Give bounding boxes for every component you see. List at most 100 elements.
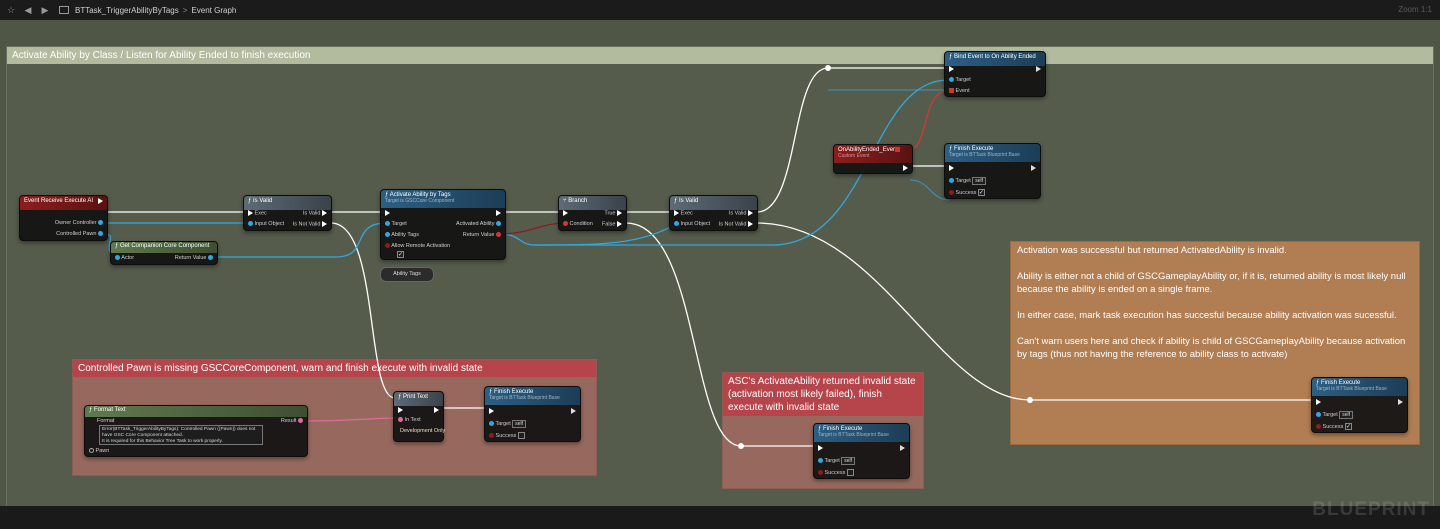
object-pin[interactable] bbox=[1316, 412, 1321, 418]
node-header: ƒ Activate Ability by Tags Target is GSCC… bbox=[381, 190, 505, 208]
back-arrow-icon[interactable]: ◀ bbox=[22, 4, 34, 16]
pin-label: Owner Controller bbox=[54, 220, 97, 226]
success-checkbox[interactable]: ✓ bbox=[1344, 423, 1352, 430]
graph-canvas[interactable]: Activate Ability by Class / Listen for A… bbox=[0, 20, 1440, 524]
target-value[interactable]: self bbox=[512, 420, 527, 428]
star-icon[interactable]: ☆ bbox=[5, 4, 17, 16]
node-bind-event-on-ability-ended[interactable]: ƒ Bind Event to On Ability Ended Target … bbox=[944, 51, 1046, 97]
object-pin[interactable] bbox=[674, 221, 679, 227]
exec-in-pin[interactable] bbox=[674, 210, 679, 216]
object-pin[interactable] bbox=[489, 421, 494, 427]
success-checkbox[interactable] bbox=[517, 432, 525, 439]
variable-label: Ability Tags bbox=[393, 271, 421, 277]
text-pin[interactable] bbox=[298, 418, 303, 424]
exec-in-pin[interactable] bbox=[1316, 399, 1321, 405]
node-is-valid-2[interactable]: ƒ Is Valid Exec Input Object Is Valid Is… bbox=[669, 195, 758, 231]
object-pin[interactable] bbox=[208, 255, 213, 261]
allow-remote-checkbox[interactable]: ✓ bbox=[397, 251, 404, 258]
breadcrumb-asset[interactable]: BTTask_TriggerAbilityByTags bbox=[75, 6, 179, 15]
exec-out-pin[interactable] bbox=[903, 165, 908, 171]
pin-label: Event bbox=[955, 88, 970, 94]
node-event-receive-execute-ai[interactable]: Event Receive Execute AI Owner Controlle… bbox=[19, 195, 108, 241]
bool-pin[interactable] bbox=[489, 433, 494, 438]
node-finish-execute-invalid[interactable]: ƒ Finish Execute Target is BTTask Bluepri… bbox=[813, 423, 910, 479]
exec-out-pin[interactable] bbox=[748, 210, 753, 216]
object-pin[interactable] bbox=[98, 231, 103, 237]
reroute-knot[interactable] bbox=[738, 443, 744, 449]
delegate-out-pin[interactable] bbox=[895, 147, 900, 153]
node-finish-execute-top[interactable]: ƒ Finish Execute Target is BTTask Bluepri… bbox=[944, 143, 1041, 199]
exec-out-pin[interactable] bbox=[98, 198, 103, 204]
exec-out-pin[interactable] bbox=[571, 408, 576, 414]
exec-out-pin[interactable] bbox=[1036, 66, 1041, 72]
bool-pin[interactable] bbox=[1316, 424, 1321, 429]
node-ability-tags-variable[interactable]: Ability Tags bbox=[380, 267, 434, 282]
forward-arrow-icon[interactable]: ▶ bbox=[39, 4, 51, 16]
blueprint-watermark: BLUEPRINT bbox=[1312, 499, 1430, 520]
node-header: ƒ Format Text bbox=[85, 406, 307, 417]
pin-label: Success bbox=[495, 432, 517, 439]
exec-in-pin[interactable] bbox=[248, 210, 253, 216]
bool-pin[interactable] bbox=[818, 470, 823, 475]
wildcard-pin[interactable] bbox=[89, 448, 94, 454]
success-checkbox[interactable] bbox=[846, 469, 854, 476]
pin-label: Actor bbox=[121, 255, 135, 261]
exec-in-pin[interactable] bbox=[949, 66, 954, 72]
exec-out-pin[interactable] bbox=[434, 407, 439, 413]
pin-label: Success bbox=[824, 469, 846, 476]
struct-pin[interactable] bbox=[385, 232, 390, 238]
pin-label: Success bbox=[1322, 423, 1344, 430]
delegate-pin[interactable] bbox=[949, 88, 954, 94]
exec-in-pin[interactable] bbox=[818, 445, 823, 451]
exec-out-pin[interactable] bbox=[322, 210, 327, 216]
object-pin[interactable] bbox=[496, 221, 501, 227]
bool-pin[interactable] bbox=[496, 232, 501, 238]
pin-label: Return Value bbox=[462, 232, 495, 238]
node-finish-execute-missing[interactable]: ƒ Finish Execute Target is BTTask Bluepri… bbox=[484, 386, 581, 442]
exec-in-pin[interactable] bbox=[385, 210, 390, 216]
reroute-knot[interactable] bbox=[825, 65, 831, 71]
bool-pin[interactable] bbox=[385, 243, 390, 249]
exec-in-pin[interactable] bbox=[489, 408, 494, 414]
exec-out-pin[interactable] bbox=[617, 221, 622, 227]
node-finish-execute-success[interactable]: ƒ Finish Execute Target is BTTask Bluepri… bbox=[1311, 377, 1408, 433]
format-text-input[interactable]: Error(BTTask_TriggerAbilityByTags): Cont… bbox=[99, 425, 263, 445]
node-get-companion-core-component[interactable]: ƒ Get Companion Core Component Actor Ret… bbox=[110, 241, 218, 265]
node-branch[interactable]: ⑂ Branch Condition True False bbox=[558, 195, 627, 231]
object-pin[interactable] bbox=[98, 220, 103, 226]
node-print-text[interactable]: ƒ Print Text In Text Development Only bbox=[393, 391, 445, 442]
exec-out-pin[interactable] bbox=[1031, 165, 1036, 171]
node-activate-ability-by-tags[interactable]: ƒ Activate Ability by Tags Target is GSCC… bbox=[380, 189, 506, 260]
node-subtitle: Target is GSCCore Component bbox=[385, 198, 455, 204]
exec-out-pin[interactable] bbox=[748, 221, 753, 227]
pin-label: In Text bbox=[404, 417, 421, 423]
exec-out-pin[interactable] bbox=[322, 221, 327, 227]
target-value[interactable]: self bbox=[841, 457, 856, 465]
breadcrumb-graph[interactable]: Event Graph bbox=[191, 6, 236, 15]
blueprint-graph-icon bbox=[59, 6, 69, 14]
bool-pin[interactable] bbox=[949, 190, 954, 195]
object-pin[interactable] bbox=[115, 255, 120, 261]
success-checkbox[interactable]: ✓ bbox=[977, 189, 985, 196]
node-format-text[interactable]: ƒ Format Text Format Error(BTTask_Trigge… bbox=[84, 405, 308, 457]
reroute-knot[interactable] bbox=[1027, 397, 1033, 403]
exec-out-pin[interactable] bbox=[496, 210, 501, 216]
exec-in-pin[interactable] bbox=[949, 165, 954, 171]
object-pin[interactable] bbox=[385, 221, 390, 227]
target-value[interactable]: self bbox=[972, 177, 987, 185]
exec-in-pin[interactable] bbox=[398, 407, 403, 413]
node-is-valid-1[interactable]: ƒ Is Valid Exec Input Object Is Valid Is… bbox=[243, 195, 332, 231]
object-pin[interactable] bbox=[949, 77, 954, 83]
object-pin[interactable] bbox=[949, 178, 954, 184]
bool-pin[interactable] bbox=[563, 221, 568, 227]
exec-out-pin[interactable] bbox=[1398, 399, 1403, 405]
pin-label: Condition bbox=[569, 221, 593, 227]
target-value[interactable]: self bbox=[1339, 411, 1354, 419]
text-pin[interactable] bbox=[398, 417, 403, 423]
exec-out-pin[interactable] bbox=[617, 210, 622, 216]
node-on-ability-ended-event[interactable]: OnAbilityEnded_Event Custom Event bbox=[833, 144, 913, 174]
object-pin[interactable] bbox=[248, 221, 253, 227]
object-pin[interactable] bbox=[818, 458, 823, 464]
exec-in-pin[interactable] bbox=[563, 210, 568, 216]
exec-out-pin[interactable] bbox=[900, 445, 905, 451]
